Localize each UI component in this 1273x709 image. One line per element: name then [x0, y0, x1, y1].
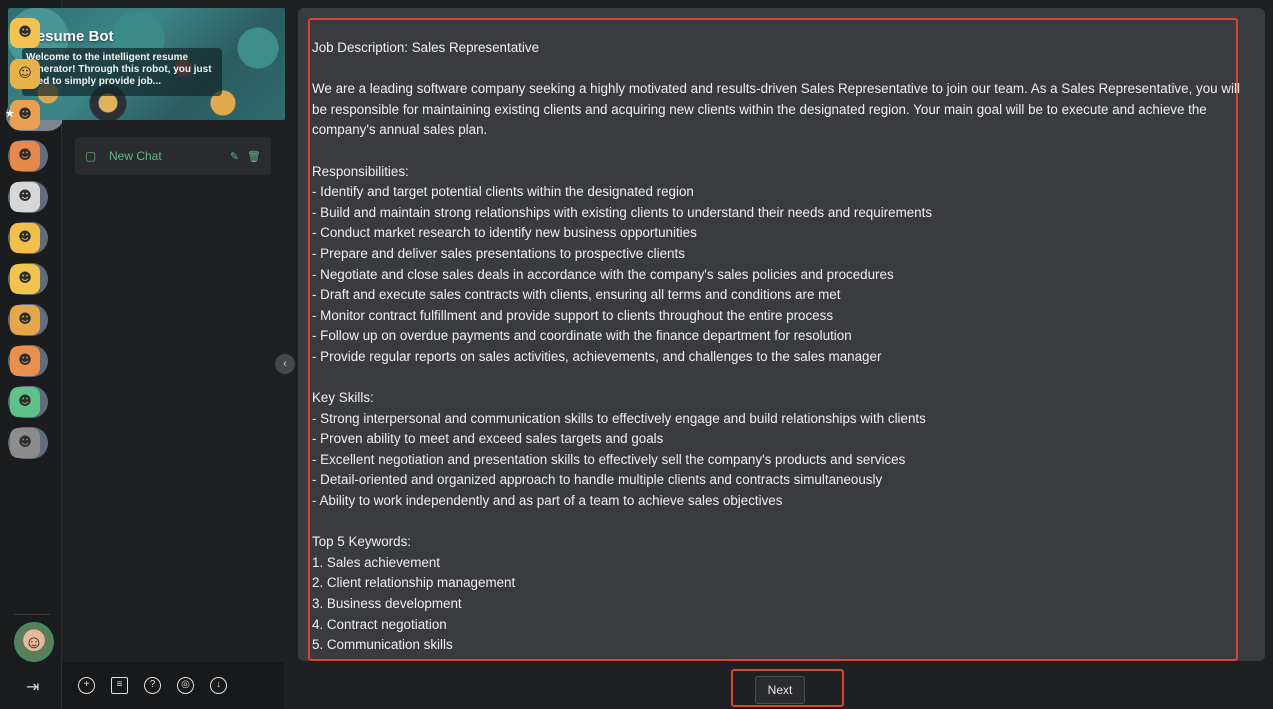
bot-banner: Resume Bot Welcome to the intelligent re… [8, 8, 285, 120]
doc-heading: Job Description: Sales Representative [312, 40, 540, 55]
chat-item-new-chat[interactable]: ▢ New Chat ✎ 🗑 [75, 137, 271, 175]
robot-face-icon: ☻ [10, 304, 40, 335]
skills-heading: Key Skills: [312, 390, 374, 406]
logout-icon[interactable]: ⇥ [26, 680, 42, 696]
skill-item: - Strong interpersonal and communication… [312, 410, 926, 426]
job-description-text: Job Description: Sales Representative We… [312, 38, 1242, 656]
responsibility-item: - Prepare and deliver sales presentation… [312, 245, 685, 261]
keyword-item: 3. Business development [312, 596, 462, 612]
skill-item: - Excellent negotiation and presentation… [312, 451, 906, 467]
responsibilities-heading: Responsibilities: [312, 163, 409, 179]
chat-item-label: New Chat [109, 149, 162, 163]
skill-item: - Detail-oriented and organized approach… [312, 472, 883, 488]
robot-face-icon: ☻ [10, 222, 40, 253]
rail-divider [14, 614, 50, 615]
responsibility-item: - Conduct market research to identify ne… [312, 225, 697, 241]
keyword-item: 2. Client relationship management [312, 575, 516, 591]
robot-face-icon: ☻ [10, 17, 40, 48]
user-avatar[interactable]: ☺ [14, 622, 54, 662]
robot-face-icon: ☺ [10, 58, 40, 89]
robot-face-icon: ☻ [10, 140, 40, 171]
responsibility-item: - Build and maintain strong relationship… [312, 204, 933, 220]
robot-face-icon: ☻ [10, 181, 40, 212]
help-icon[interactable]: ? [144, 677, 161, 694]
robot-face-icon: ☻ [10, 263, 40, 294]
responsibility-item: - Identify and target potential clients … [312, 184, 694, 200]
keywords-heading: Top 5 Keywords: [312, 534, 411, 550]
bot-avatar-4[interactable]: ☻ [8, 135, 60, 176]
result-panel: Job Description: Sales Representative We… [298, 8, 1265, 661]
doc-intro: We are a leading software company seekin… [312, 81, 1240, 138]
next-button[interactable]: Next [755, 676, 805, 704]
skill-item: - Ability to work independently and as p… [312, 493, 783, 509]
keyword-item: 1. Sales achievement [312, 554, 441, 570]
bot-avatar-7[interactable]: ☻ [8, 258, 60, 299]
responsibility-item: - Negotiate and close sales deals in acc… [312, 266, 894, 282]
bot-avatar-11[interactable]: ☻ [8, 422, 60, 463]
responsibility-item: - Monitor contract fulfillment and provi… [312, 307, 834, 323]
star-icon: ★ [5, 108, 15, 120]
keyword-item: 4. Contract negotiation [312, 616, 447, 632]
bot-avatar-9[interactable]: ☻ [8, 340, 60, 381]
responsibility-item: - Draft and execute sales contracts with… [312, 287, 841, 303]
document-icon[interactable]: ≡ [111, 677, 128, 694]
chat-bubble-icon: ▢ [85, 149, 97, 163]
responsibility-item: - Follow up on overdue payments and coor… [312, 328, 852, 344]
bot-avatar-10[interactable]: ☻ [8, 381, 60, 422]
main-area: Job Description: Sales Representative We… [298, 0, 1273, 709]
delete-icon[interactable]: 🗑 [247, 150, 261, 163]
skill-item: - Proven ability to meet and exceed sale… [312, 431, 664, 447]
robot-face-icon: ☻ [10, 345, 40, 376]
collapse-sidebar-button[interactable]: ‹ [275, 354, 295, 374]
keyword-item: 5. Communication skills [312, 637, 453, 653]
app-window: ☻ ☺ ★ ☻ ☻ ☻ ☻ ☻ ☻ ☻ ☻ ☻ ☺ ⇥ ▢ New Chat ✎ 🗑 Resume B… [0, 0, 1273, 709]
add-icon[interactable]: + [78, 677, 95, 694]
responsibility-item: - Provide regular reports on sales activ… [312, 348, 882, 364]
bottom-bar: Next [298, 661, 1273, 709]
sidebar-footer: + ≡ ? ◎ ↓ [62, 662, 284, 709]
bot-description: Welcome to the intelligent resume genera… [22, 48, 222, 96]
robot-face-icon: ☻ [10, 386, 40, 417]
edit-icon[interactable]: ✎ [230, 150, 239, 163]
bot-avatar-5[interactable]: ☻ [8, 176, 60, 217]
bot-avatar-6[interactable]: ☻ [8, 217, 60, 258]
camera-icon[interactable]: ◎ [177, 677, 194, 694]
bot-avatar-8[interactable]: ☻ [8, 299, 60, 340]
robot-face-icon: ☻ [10, 427, 40, 458]
download-icon[interactable]: ↓ [210, 677, 227, 694]
